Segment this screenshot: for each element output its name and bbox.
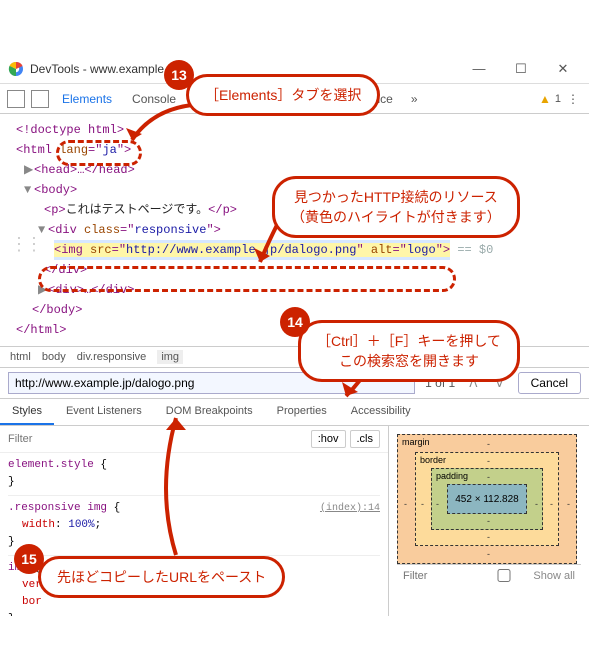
chrome-icon bbox=[8, 61, 24, 77]
dom-line-selected[interactable]: ⋮⋮<img src="http://www.example.jp/dalogo… bbox=[54, 240, 585, 260]
subtab-event-listeners[interactable]: Event Listeners bbox=[54, 399, 154, 425]
tab-elements[interactable]: Elements bbox=[52, 86, 122, 112]
subtab-styles[interactable]: Styles bbox=[0, 399, 54, 425]
crumb[interactable]: div.responsive bbox=[77, 351, 147, 363]
tab-more[interactable]: » bbox=[403, 92, 426, 106]
computed-filter[interactable] bbox=[403, 570, 453, 582]
window-buttons: — ☐ ✕ bbox=[465, 59, 583, 79]
callout-http: 見つかったHTTP接続のリソース （黄色のハイライトが付きます） bbox=[272, 176, 520, 238]
callout-14: ［Ctrl］＋［F］キーを押して この検索窓を開きます bbox=[298, 320, 520, 382]
close-button[interactable]: ✕ bbox=[549, 59, 577, 79]
hov-toggle[interactable]: :hov bbox=[311, 430, 346, 448]
crumb-current[interactable]: img bbox=[157, 350, 183, 364]
show-all-toggle[interactable]: Show all bbox=[479, 569, 575, 582]
box-model-panel: margin -- -- border -- -- padding -- -- … bbox=[389, 426, 589, 616]
arrow-15 bbox=[146, 410, 206, 560]
computed-filter-row: Show all bbox=[397, 564, 581, 586]
warning-icon[interactable]: ▲ bbox=[535, 92, 555, 106]
badge-14: 14 bbox=[280, 307, 310, 337]
callout-15: 先ほどコピーしたURLをペースト bbox=[38, 556, 285, 598]
device-icon[interactable] bbox=[31, 90, 49, 108]
dom-line[interactable]: </div> bbox=[44, 260, 585, 280]
callout-13: ［Elements］タブを選択 bbox=[186, 74, 380, 116]
cls-toggle[interactable]: .cls bbox=[350, 430, 381, 448]
crumb[interactable]: body bbox=[42, 351, 66, 363]
inspect-icon[interactable] bbox=[7, 90, 25, 108]
maximize-button[interactable]: ☐ bbox=[507, 59, 535, 79]
styles-filter[interactable] bbox=[8, 433, 56, 445]
dom-line[interactable]: <!doctype html> bbox=[16, 120, 585, 140]
badge-15: 15 bbox=[14, 544, 44, 574]
search-cancel[interactable]: Cancel bbox=[518, 372, 581, 394]
dom-line[interactable]: ▶<div>…</div> bbox=[38, 280, 585, 300]
badge-13: 13 bbox=[164, 60, 194, 90]
box-model[interactable]: margin -- -- border -- -- padding -- -- … bbox=[397, 434, 577, 564]
crumb[interactable]: html bbox=[10, 351, 31, 363]
tab-menu[interactable]: ⋮ bbox=[561, 92, 585, 106]
subtab-properties[interactable]: Properties bbox=[265, 399, 339, 425]
dom-line[interactable]: <html lang="ja"> bbox=[16, 140, 585, 160]
minimize-button[interactable]: — bbox=[465, 59, 493, 79]
styles-subtabs: Styles Event Listeners DOM Breakpoints P… bbox=[0, 399, 589, 426]
